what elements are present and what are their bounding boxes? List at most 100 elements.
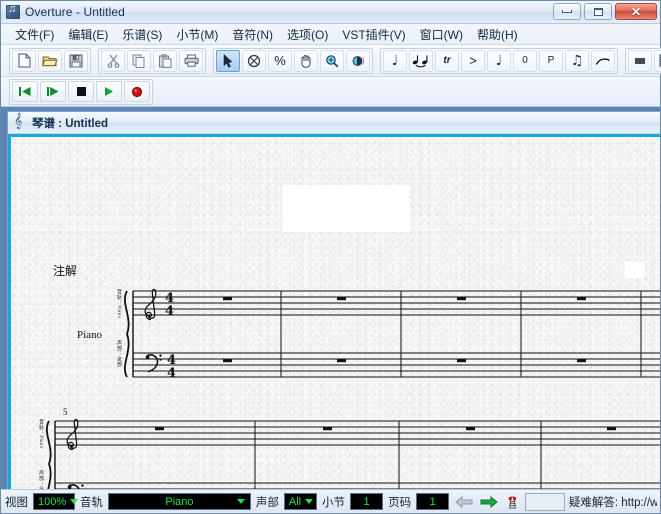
accent-button[interactable]: > xyxy=(461,50,485,72)
pedal-icon: P xyxy=(548,56,555,66)
save-document-button[interactable] xyxy=(64,50,88,72)
staff-sheet-button[interactable] xyxy=(654,50,661,72)
trill-icon: tr xyxy=(443,56,450,66)
track-value: Piano xyxy=(165,496,193,508)
menu-note[interactable]: 音符(N) xyxy=(225,24,280,45)
voice-value: All xyxy=(289,496,301,508)
status-bar: 视图 100% 音轨 Piano 声部 All 小节 1 页码 1 xyxy=(1,489,660,513)
score-window-title: 琴谱 : Untitled xyxy=(32,115,108,131)
zoom-level-combo[interactable]: 100% xyxy=(33,493,75,510)
score-window-title-bar: 琴谱 : Untitled xyxy=(8,112,660,134)
clipboard-toolbar-group xyxy=(98,48,206,74)
floppy-disk-icon xyxy=(69,54,83,68)
prev-arrow-icon xyxy=(455,496,473,508)
circle-slash-icon xyxy=(247,54,261,68)
next-page-button[interactable] xyxy=(478,493,499,511)
track-label: 音轨 xyxy=(79,494,104,510)
step-forward-button[interactable] xyxy=(40,81,66,102)
arrow-select-tool[interactable] xyxy=(216,50,240,72)
main-toolbar: % xyxy=(1,45,660,77)
cut-button[interactable] xyxy=(101,50,125,72)
annotation-label[interactable]: 注解 xyxy=(53,262,77,279)
svg-text:4: 4 xyxy=(167,366,176,381)
instrument-label-piano[interactable]: Piano xyxy=(77,329,102,341)
minimize-button[interactable] xyxy=(553,3,581,20)
overture-main-window: Overture - Untitled ✕ 文件(F) 编辑(E) 乐谱(S) … xyxy=(0,0,661,514)
print-button[interactable] xyxy=(179,50,203,72)
staff-vertical-label-bottom-2: 声部：全部 xyxy=(37,470,44,489)
title-text-box[interactable] xyxy=(283,185,410,232)
score-canvas[interactable]: 注解 xyxy=(8,134,660,489)
stop-button[interactable] xyxy=(68,81,94,102)
metronome-icon xyxy=(505,495,520,509)
slur-button[interactable] xyxy=(591,50,615,72)
rewind-to-start-button[interactable] xyxy=(12,81,38,102)
menu-file[interactable]: 文件(F) xyxy=(8,24,61,45)
percent-tool[interactable]: % xyxy=(268,50,292,72)
score-child-window: 琴谱 : Untitled 注解 xyxy=(7,111,660,489)
minimize-icon xyxy=(562,10,572,13)
pedal-button[interactable]: P xyxy=(539,50,563,72)
play-triangle-icon xyxy=(103,86,115,97)
track-combo[interactable]: Piano xyxy=(108,493,251,510)
measure-label: 小节 xyxy=(321,494,346,510)
copy-icon xyxy=(132,54,146,68)
menu-help[interactable]: 帮助(H) xyxy=(470,24,525,45)
staff-vertical-label-bottom: 声部：全部 xyxy=(115,340,122,384)
dynamics-tool[interactable] xyxy=(346,50,370,72)
menu-options[interactable]: 选项(O) xyxy=(280,24,335,45)
trill-button[interactable]: tr xyxy=(435,50,459,72)
transport-toolbar xyxy=(1,77,660,107)
menu-vst[interactable]: VST插件(V) xyxy=(335,24,412,45)
paste-icon xyxy=(158,54,172,68)
erase-tool[interactable] xyxy=(242,50,266,72)
quarter-note-button[interactable]: ♩ xyxy=(383,50,407,72)
help-link[interactable]: 疑难解答: http://w xyxy=(569,494,657,510)
title-bar: Overture - Untitled ✕ xyxy=(1,1,660,24)
notation-toolbar-group: ♩ tr > ♩ 0 xyxy=(380,48,618,74)
paste-button[interactable] xyxy=(153,50,177,72)
maximize-button[interactable] xyxy=(584,3,612,20)
new-document-button[interactable] xyxy=(12,50,36,72)
tied-notes-icon xyxy=(412,53,430,68)
voice-combo[interactable]: All xyxy=(284,493,317,510)
app-icon xyxy=(6,5,20,19)
metronome-button[interactable] xyxy=(504,493,521,511)
tremolo-button[interactable] xyxy=(628,50,652,72)
close-button[interactable]: ✕ xyxy=(615,3,657,20)
score-note-icon xyxy=(14,116,27,129)
open-folder-icon xyxy=(42,54,58,68)
staccato-note-button[interactable]: ♩ xyxy=(487,50,511,72)
step-forward-icon xyxy=(46,86,60,97)
tools-toolbar-group: % xyxy=(213,48,373,74)
beamed-notes-icon: ♫ xyxy=(571,54,584,68)
status-message-field[interactable] xyxy=(525,493,565,511)
rewind-icon xyxy=(18,86,32,97)
beamed-notes-button[interactable]: ♫ xyxy=(565,50,589,72)
menu-measure[interactable]: 小节(M) xyxy=(169,24,225,45)
page-number-text-box[interactable] xyxy=(625,262,645,278)
svg-text:4: 4 xyxy=(165,304,174,319)
page-value-field[interactable]: 1 xyxy=(416,493,449,510)
file-toolbar-group xyxy=(9,48,91,74)
open-document-button[interactable] xyxy=(38,50,62,72)
quarter-note-icon: ♩ xyxy=(392,54,399,68)
zoom-tool[interactable] xyxy=(320,50,344,72)
stop-square-icon xyxy=(76,86,87,97)
hand-tool[interactable] xyxy=(294,50,318,72)
menu-window[interactable]: 窗口(W) xyxy=(413,24,470,45)
menu-edit[interactable]: 编辑(E) xyxy=(61,24,115,45)
chevron-down-icon xyxy=(70,499,78,504)
menu-score[interactable]: 乐谱(S) xyxy=(115,24,169,45)
record-button[interactable] xyxy=(124,81,150,102)
previous-page-button[interactable] xyxy=(453,493,474,511)
zero-icon: 0 xyxy=(522,56,528,66)
slur-notes-button[interactable] xyxy=(409,50,433,72)
play-button[interactable] xyxy=(96,81,122,102)
staff-vertical-label-top: 音轨：Piano xyxy=(115,289,122,333)
record-dot-icon xyxy=(131,86,143,98)
hand-icon xyxy=(299,54,313,68)
copy-button[interactable] xyxy=(127,50,151,72)
zero-button[interactable]: 0 xyxy=(513,50,537,72)
measure-value-field[interactable]: 1 xyxy=(350,493,383,510)
